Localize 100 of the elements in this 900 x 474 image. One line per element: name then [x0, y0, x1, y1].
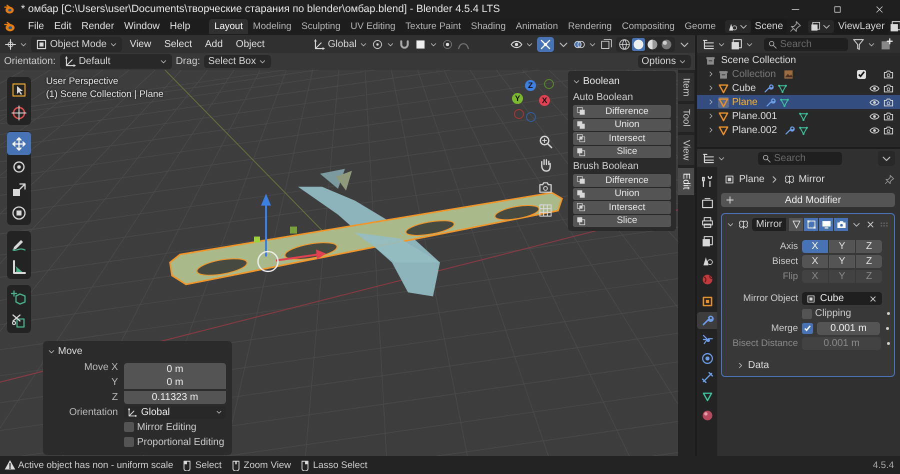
orientation-dropdown[interactable]: Default [60, 54, 172, 69]
view-layer-selector[interactable] [808, 20, 834, 33]
boolean-button[interactable]: Difference [573, 174, 671, 186]
outliner-row[interactable]: Cube [697, 81, 900, 95]
drag-dropdown[interactable]: Select Box [204, 55, 271, 68]
eye-icon[interactable] [869, 96, 880, 108]
axis-toggle[interactable]: Y [829, 255, 855, 268]
menu-item[interactable]: Add [200, 38, 228, 50]
camera-icon[interactable] [883, 110, 894, 122]
axis-toggle[interactable]: X [802, 240, 828, 253]
grid-icon[interactable] [538, 203, 553, 218]
workspace-tab[interactable]: UV Editing [346, 19, 400, 34]
scene-field[interactable]: Scene [750, 19, 788, 34]
target-icon[interactable] [440, 38, 454, 50]
close-icon[interactable] [865, 219, 876, 230]
camera-icon[interactable] [883, 124, 894, 136]
gizmo-axis-handle[interactable] [544, 79, 554, 89]
gizmo-axis-button[interactable]: Y [512, 93, 523, 104]
modifier-toggle[interactable] [819, 218, 834, 231]
snap-dropdown[interactable] [414, 38, 438, 50]
sidebar-tab[interactable]: View [678, 134, 694, 166]
workspace-tab[interactable]: Rendering [562, 19, 617, 34]
zoom-icon[interactable] [538, 134, 553, 149]
sidebar-tab[interactable]: Item [678, 73, 694, 102]
workspace-tab[interactable]: Layout [209, 19, 248, 34]
pin-icon[interactable] [884, 174, 895, 184]
checkbox[interactable] [802, 323, 813, 334]
hand-icon[interactable] [538, 157, 553, 172]
search-field[interactable]: Search [764, 38, 848, 50]
keyframe-dot[interactable] [887, 312, 890, 315]
object-field[interactable]: Cube [802, 292, 882, 305]
workspace-tab[interactable]: Shading [466, 19, 511, 34]
subpanel-header[interactable]: Data [726, 360, 890, 371]
number-field[interactable]: 0.001 m [817, 322, 880, 335]
keyframe-dot[interactable] [886, 327, 889, 330]
editor-type-dropdown[interactable] [4, 38, 28, 50]
pin-icon[interactable] [789, 20, 802, 33]
shading-selector[interactable] [616, 36, 675, 52]
boolean-button[interactable]: Union [573, 118, 671, 131]
app-logo-icon[interactable] [4, 20, 17, 33]
menu-item[interactable]: Window [119, 21, 165, 32]
modifier-toggle[interactable] [789, 218, 804, 231]
sidebar-tab[interactable]: Tool [678, 104, 694, 132]
checkbox[interactable]: Proportional Editing [124, 436, 224, 448]
workspace-tab[interactable]: Modeling [248, 19, 296, 34]
camera-icon[interactable] [883, 82, 894, 94]
workspace-tab[interactable]: Texture Paint [400, 19, 466, 34]
checkbox[interactable]: Mirror Editing [124, 422, 196, 432]
modifier-toggle[interactable] [804, 218, 818, 231]
panel-title[interactable]: Boolean [583, 76, 620, 86]
menu-item[interactable]: Select [159, 38, 197, 50]
magnet-icon[interactable] [398, 38, 411, 50]
menu-item[interactable]: View [124, 38, 156, 50]
workspace-tab[interactable]: Animation [510, 19, 563, 34]
modifier-toggle[interactable] [834, 218, 848, 231]
boolean-button[interactable]: Difference [573, 105, 671, 118]
add-modifier-button[interactable]: Add Modifier [721, 193, 895, 207]
camera-icon[interactable] [883, 96, 894, 108]
menu-item[interactable]: Render [76, 21, 120, 32]
number-field[interactable]: 0.11323 m [124, 390, 226, 404]
number-field[interactable]: 0 m [124, 376, 226, 388]
new-collection-icon[interactable] [880, 38, 893, 50]
menu-item[interactable]: Object [230, 38, 270, 50]
axis-toggle[interactable]: Y [829, 240, 855, 253]
search-field[interactable]: Search [758, 152, 842, 164]
workspace-tab[interactable]: Compositing [616, 19, 680, 34]
scene-selector[interactable] [724, 20, 751, 33]
checkbox-box[interactable] [124, 437, 134, 447]
solid-sphere-icon[interactable] [632, 38, 645, 50]
gizmo-toggle[interactable] [537, 36, 554, 52]
chevron-down-icon[interactable] [726, 220, 735, 229]
boolean-button[interactable]: Slice [573, 146, 671, 158]
editor-type-dropdown[interactable] [702, 152, 726, 164]
tree-item[interactable]: Scene Collection [721, 54, 796, 66]
checkbox[interactable]: Clipping [802, 308, 852, 319]
outliner-row[interactable]: Plane.002 [697, 123, 900, 137]
mode-dropdown[interactable]: Object Mode [31, 36, 122, 52]
workspace-tab[interactable]: Sculpting [296, 19, 346, 34]
keyframe-dot[interactable] [887, 342, 890, 345]
eye-icon[interactable] [869, 124, 880, 136]
outliner-row[interactable]: Plane [697, 95, 900, 109]
tool-button[interactable] [7, 132, 31, 155]
axis-toggle[interactable]: Z [856, 240, 882, 253]
modifier-name-field[interactable]: Mirror [752, 218, 786, 231]
boolean-button[interactable]: Slice [573, 214, 671, 227]
menu-item[interactable]: Help [164, 21, 196, 32]
workspace-tab[interactable]: Geome [680, 19, 721, 34]
chevron-down-icon[interactable] [47, 347, 56, 356]
menu-item[interactable]: File [23, 21, 50, 32]
eye-icon[interactable] [869, 82, 880, 94]
number-field[interactable]: 0 m [124, 362, 226, 376]
boolean-button[interactable]: Union [573, 188, 671, 200]
axis-toggle[interactable]: X [802, 255, 828, 268]
orientation-dropdown[interactable]: Global [312, 38, 368, 50]
sidebar-tab[interactable]: Edit [678, 168, 694, 195]
axis-toggle[interactable]: Z [856, 255, 882, 268]
gizmo-axis-button[interactable]: X [539, 95, 550, 106]
boolean-button[interactable]: Intersect [573, 132, 671, 144]
outliner-row[interactable]: Plane.001 [697, 109, 900, 123]
filter-dropdown[interactable] [852, 38, 876, 50]
